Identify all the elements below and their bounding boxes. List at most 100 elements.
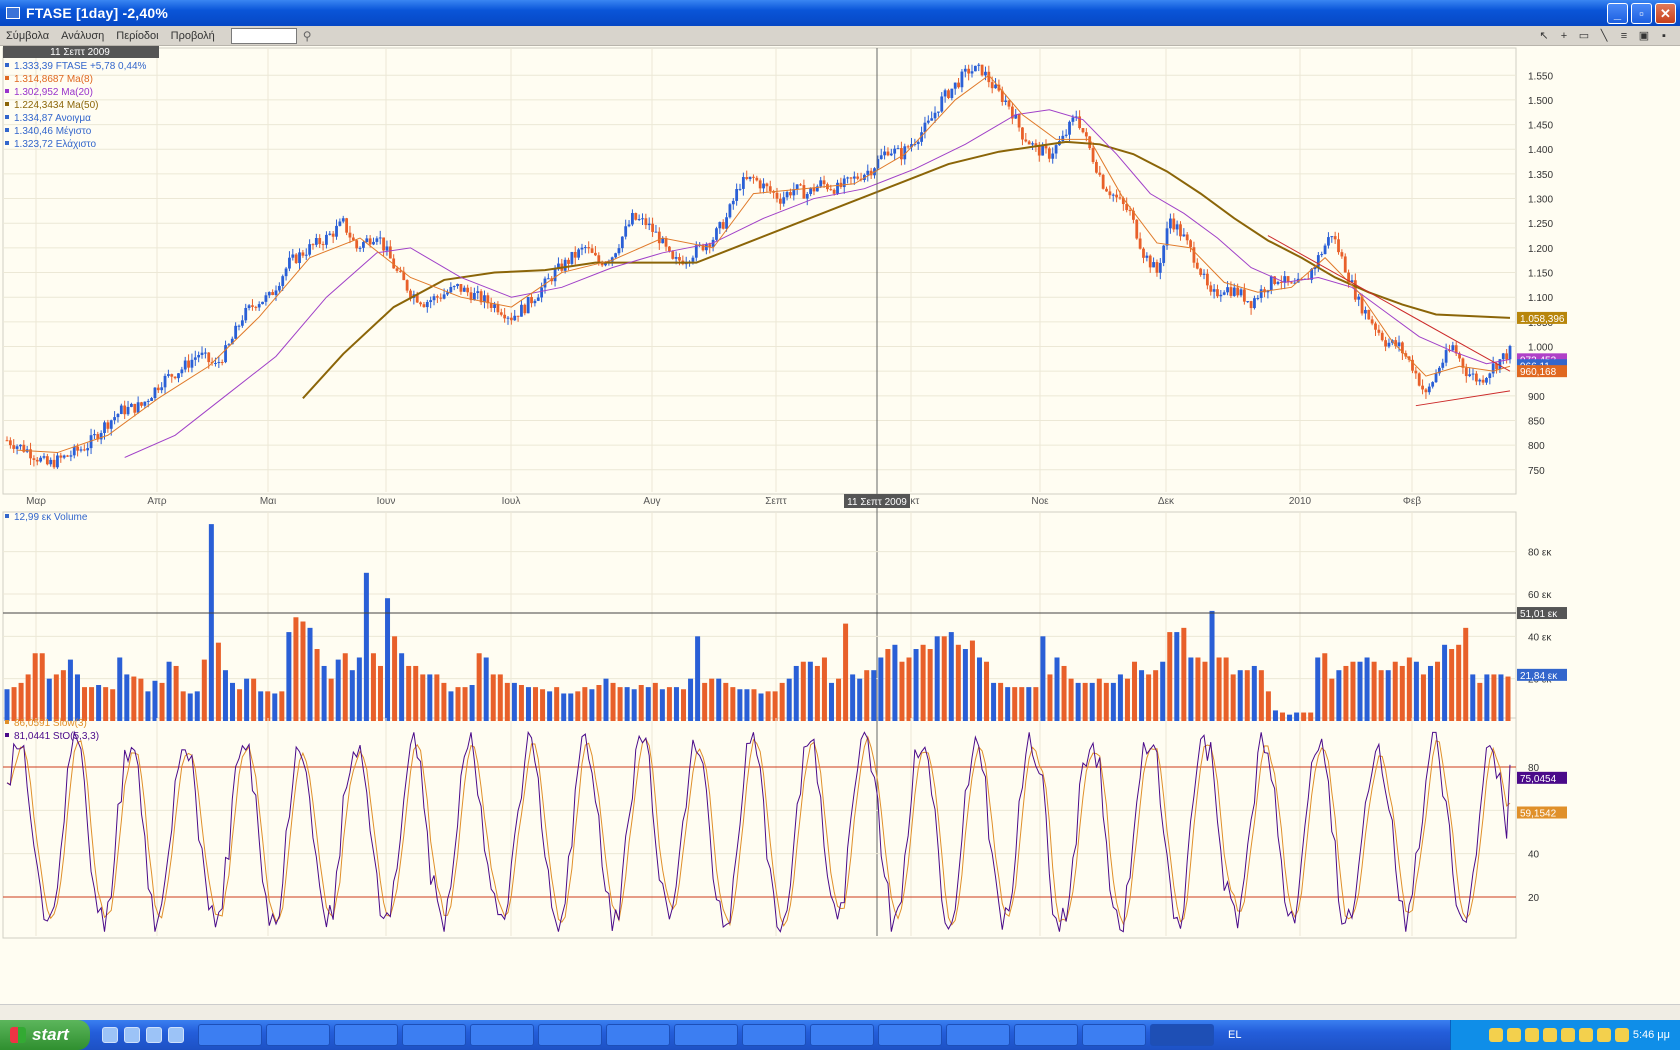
candle-body (590, 248, 594, 253)
rectangle-tool-icon[interactable]: ▭ (1576, 28, 1592, 44)
volume-bar (850, 674, 856, 721)
task-button[interactable] (198, 1024, 262, 1046)
task-button[interactable] (810, 1024, 874, 1046)
candle-body (1142, 248, 1145, 258)
volume-bar (1413, 661, 1419, 721)
line-tool-icon[interactable]: ╲ (1596, 28, 1612, 44)
candle-body (1007, 100, 1011, 107)
y-tick-label: 1.100 (1528, 293, 1553, 304)
candle-body (567, 259, 570, 264)
tray-icon[interactable] (1542, 1028, 1557, 1042)
task-button-active[interactable] (1150, 1024, 1214, 1046)
task-button[interactable] (1082, 1024, 1146, 1046)
volume-bar (561, 693, 567, 721)
menu-periods[interactable]: Περίοδοι (110, 30, 164, 42)
tray-icon[interactable] (1524, 1028, 1539, 1042)
candle-body (587, 247, 591, 249)
candle-body (1182, 234, 1186, 237)
tray-icon[interactable] (1596, 1028, 1611, 1042)
taskbar: start EL 5:46 μμ (0, 1020, 1680, 1050)
candle-body (462, 287, 466, 292)
x-tick-label: Μαι (260, 496, 276, 507)
candle-body (990, 82, 994, 89)
volume-bar (293, 617, 299, 721)
volume-bar (279, 691, 285, 721)
volume-bar (427, 674, 433, 721)
volume-bar (1068, 678, 1074, 721)
task-button[interactable] (266, 1024, 330, 1046)
candle-body (435, 296, 439, 298)
volume-bar (547, 691, 553, 721)
candle-body (1128, 210, 1132, 212)
legend-entry: 1.314,8687 Ma(8) (14, 74, 93, 85)
candle-body (449, 287, 453, 293)
candle-body (123, 405, 127, 415)
symbol-search-input[interactable] (230, 27, 297, 44)
task-button[interactable] (878, 1024, 942, 1046)
tray-icon[interactable] (1614, 1028, 1629, 1042)
candle-body (1320, 254, 1324, 256)
tray-icon[interactable] (1578, 1028, 1593, 1042)
candle-body (782, 197, 786, 204)
menu-symbols[interactable]: Σύμβολα (0, 30, 55, 42)
start-button[interactable]: start (0, 1020, 90, 1050)
task-button[interactable] (742, 1024, 806, 1046)
task-button[interactable] (1014, 1024, 1078, 1046)
task-button[interactable] (334, 1024, 398, 1046)
ie-quicklaunch-icon[interactable] (102, 1027, 118, 1043)
legend-swatch (5, 128, 9, 132)
minimize-button[interactable]: _ (1607, 3, 1628, 24)
maximize-button[interactable]: ▫ (1631, 3, 1652, 24)
volume-bar (899, 661, 905, 721)
candle-body (187, 360, 190, 368)
chart-tool-icon[interactable]: ▣ (1636, 28, 1652, 44)
candle-body (1481, 379, 1485, 383)
candle-body (1253, 298, 1256, 309)
pointer-tool-icon[interactable]: ↖ (1536, 28, 1552, 44)
task-button[interactable] (402, 1024, 466, 1046)
clock[interactable]: 5:46 μμ (1633, 1029, 1670, 1041)
chart-canvas[interactable]: Μαρ Απρ Μαι Ιουν Ιουλ Αυγ Σεπτ Οκτ Νοε Δεκ 2010 Φεβ… (0, 46, 1680, 1004)
candle-body (1185, 234, 1189, 241)
menu-analysis[interactable]: Ανάλυση (55, 30, 110, 42)
save-icon[interactable]: ▪ (1656, 28, 1672, 44)
horizontal-scrollbar[interactable] (0, 1004, 1680, 1020)
candle-body (1219, 294, 1223, 297)
hline-tool-icon[interactable]: ≡ (1616, 28, 1632, 44)
candle-body (119, 405, 123, 414)
task-button[interactable] (674, 1024, 738, 1046)
candle-body (883, 151, 886, 156)
close-button[interactable]: ✕ (1655, 3, 1676, 24)
task-button[interactable] (606, 1024, 670, 1046)
volume-bar (1336, 670, 1342, 721)
tray-icon[interactable] (1488, 1028, 1503, 1042)
candle-body (1357, 296, 1361, 300)
volume-bar (74, 674, 80, 721)
desktop-quicklaunch-icon[interactable] (124, 1027, 140, 1043)
refresh-quicklaunch-icon[interactable] (168, 1027, 184, 1043)
task-button[interactable] (470, 1024, 534, 1046)
candle-body (193, 357, 197, 360)
crosshair-tool-icon[interactable]: + (1556, 28, 1572, 44)
volume-bar (363, 572, 369, 721)
y-tick-label: 1.200 (1528, 244, 1553, 255)
volume-bar (244, 678, 250, 721)
menu-view[interactable]: Προβολή (165, 30, 221, 42)
candle-body (82, 449, 86, 451)
task-button[interactable] (538, 1024, 602, 1046)
candle-body (271, 292, 275, 295)
language-indicator[interactable]: EL (1228, 1029, 1241, 1041)
candle-body (647, 223, 651, 226)
candle-body (752, 176, 755, 178)
search-icon[interactable]: ⚲ (303, 29, 312, 43)
candle-body (1444, 350, 1448, 363)
candle-body (1044, 145, 1048, 149)
tray-icon[interactable] (1560, 1028, 1575, 1042)
tray-icon[interactable] (1506, 1028, 1521, 1042)
volume-bar (60, 670, 66, 721)
app-quicklaunch-icon[interactable] (146, 1027, 162, 1043)
chart-area[interactable]: Μαρ Απρ Μαι Ιουν Ιουλ Αυγ Σεπτ Οκτ Νοε Δεκ 2010 Φεβ… (0, 46, 1680, 1006)
task-button[interactable] (946, 1024, 1010, 1046)
candle-body (1148, 255, 1152, 268)
candle-body (237, 325, 241, 327)
